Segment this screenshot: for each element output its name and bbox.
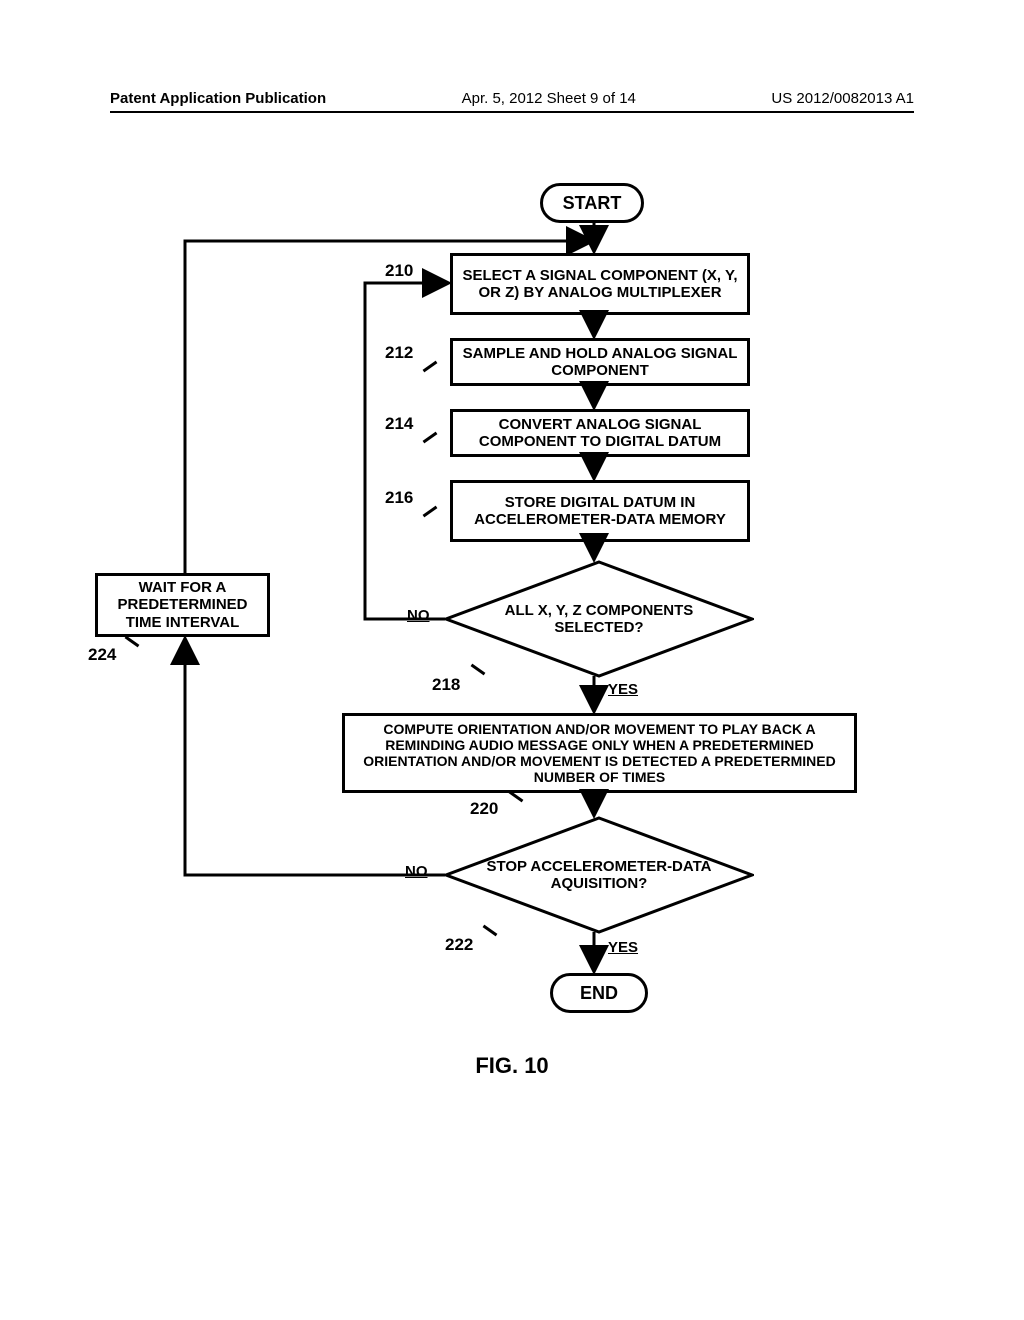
figure-caption: FIG. 10 xyxy=(110,1053,914,1079)
flowchart: START SELECT A SIGNAL COMPONENT (X, Y, O… xyxy=(110,113,914,1213)
header-publication: Patent Application Publication xyxy=(110,90,326,107)
header-pubnum: US 2012/0082013 A1 xyxy=(771,90,914,107)
page-header: Patent Application Publication Apr. 5, 2… xyxy=(110,90,914,113)
flow-connectors xyxy=(110,113,910,1063)
header-date-sheet: Apr. 5, 2012 Sheet 9 of 14 xyxy=(462,90,636,107)
